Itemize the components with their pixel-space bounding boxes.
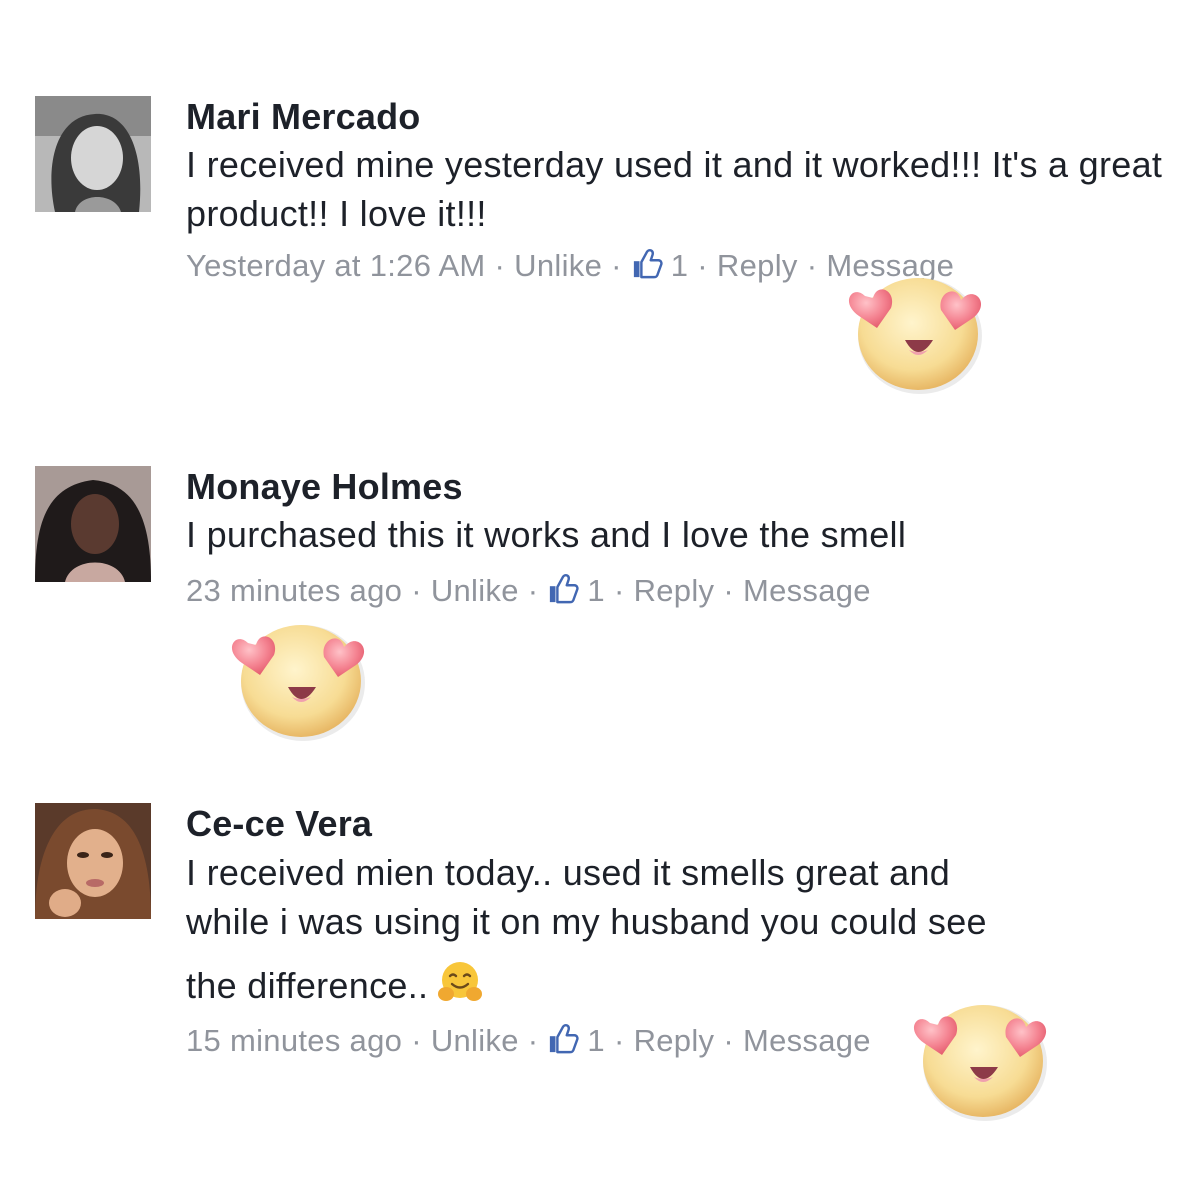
comment-text: I received mine yesterday used it and it… — [186, 144, 1163, 234]
separator: · — [613, 1023, 625, 1058]
separator: · — [723, 1023, 734, 1058]
author-name[interactable]: Ce-ce Vera — [186, 803, 372, 845]
thumbs-up-icon[interactable] — [547, 574, 580, 604]
heart-eyes-emoji-icon — [913, 1005, 1047, 1121]
heart-eyes-emoji-icon — [848, 278, 982, 394]
avatar[interactable] — [35, 466, 151, 582]
separator: · — [611, 248, 622, 283]
comment-text-line: the difference.. — [186, 965, 429, 1006]
author-name[interactable]: Monaye Holmes — [186, 466, 463, 508]
reply-link[interactable]: Reply — [634, 573, 715, 609]
separator: · — [723, 573, 734, 608]
unlike-link[interactable]: Unlike — [514, 248, 602, 284]
author-name[interactable]: Mari Mercado — [186, 96, 420, 138]
comment-text-line: I received mien today.. used it smells g… — [186, 852, 951, 893]
like-count[interactable]: 1 — [587, 1023, 605, 1059]
heart-eyes-emoji-icon — [231, 625, 365, 741]
comment-text: I received mien today.. used it smells g… — [186, 848, 1176, 1010]
comment-meta: Yesterday at 1:26 AM · Unlike · 1 · Repl… — [186, 248, 954, 284]
unlike-link[interactable]: Unlike — [431, 573, 519, 609]
separator: · — [527, 1023, 539, 1058]
timestamp[interactable]: 15 minutes ago — [186, 1023, 402, 1059]
timestamp[interactable]: Yesterday at 1:26 AM — [186, 248, 486, 284]
separator: · — [411, 1023, 422, 1058]
message-link[interactable]: Message — [743, 573, 871, 609]
timestamp[interactable]: 23 minutes ago — [186, 573, 402, 609]
separator: · — [527, 573, 539, 608]
like-count[interactable]: 1 — [671, 248, 689, 284]
comment-meta: 15 minutes ago · Unlike · 1 · Reply · Me… — [186, 1023, 871, 1059]
separator: · — [697, 248, 708, 283]
comment-text: I purchased this it works and I love the… — [186, 514, 907, 555]
separator: · — [613, 573, 625, 608]
thumbs-up-icon[interactable] — [631, 249, 663, 279]
hugging-face-icon — [438, 962, 483, 1001]
like-count[interactable]: 1 — [587, 573, 605, 609]
reply-link[interactable]: Reply — [717, 248, 798, 284]
comment-text-line: while i was using it on my husband you c… — [186, 901, 987, 942]
avatar[interactable] — [35, 96, 151, 212]
unlike-link[interactable]: Unlike — [431, 1023, 519, 1059]
message-link[interactable]: Message — [743, 1023, 871, 1059]
reply-link[interactable]: Reply — [634, 1023, 715, 1059]
separator: · — [411, 573, 422, 608]
thumbs-up-icon[interactable] — [547, 1024, 580, 1054]
separator: · — [494, 248, 506, 283]
comment-meta: 23 minutes ago · Unlike · 1 · Reply · Me… — [186, 573, 871, 609]
separator: · — [806, 248, 818, 283]
avatar[interactable] — [35, 803, 151, 919]
